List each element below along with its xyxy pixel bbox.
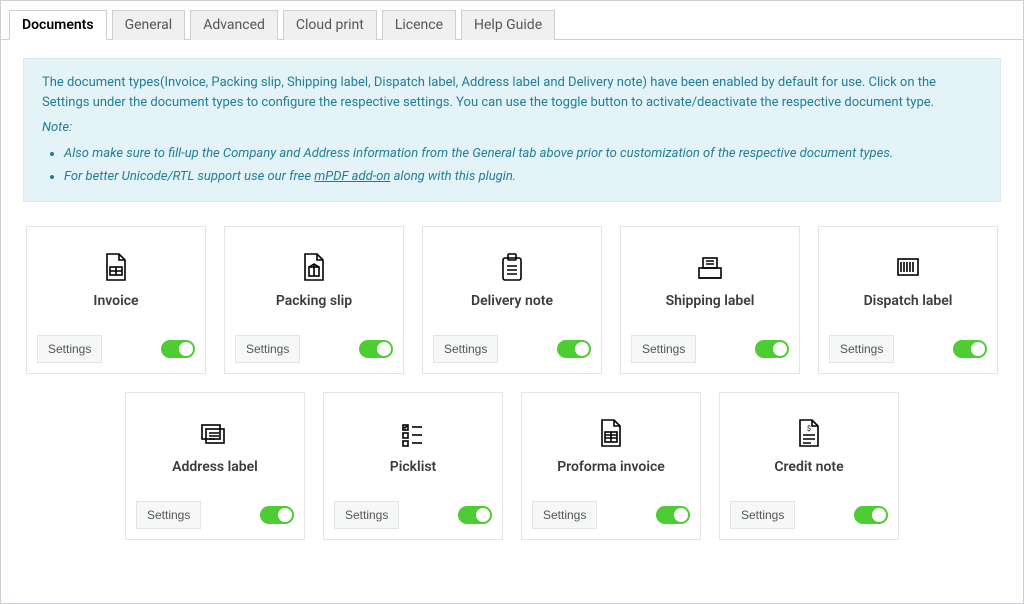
toggle-address-label[interactable] xyxy=(260,506,294,524)
cards-row-1: Invoice Settings Packing slip Settings D… xyxy=(23,226,1001,374)
tab-general[interactable]: General xyxy=(112,10,186,40)
svg-text:$: $ xyxy=(807,425,811,433)
cards-row-2: Address label Settings Picklist Settings… xyxy=(23,392,1001,540)
settings-button-proforma-invoice[interactable]: Settings xyxy=(532,501,597,529)
settings-button-dispatch-label[interactable]: Settings xyxy=(829,335,894,363)
toggle-picklist[interactable] xyxy=(458,506,492,524)
picklist-icon xyxy=(395,415,431,451)
settings-button-picklist[interactable]: Settings xyxy=(334,501,399,529)
card-proforma-invoice: Proforma invoice Settings xyxy=(521,392,701,540)
content-panel: The document types(Invoice, Packing slip… xyxy=(1,40,1023,576)
settings-button-credit-note[interactable]: Settings xyxy=(730,501,795,529)
card-label: Invoice xyxy=(93,293,138,309)
card-label: Shipping label xyxy=(666,293,755,309)
packing-slip-icon xyxy=(296,249,332,285)
tab-licence[interactable]: Licence xyxy=(382,10,456,40)
settings-button-address-label[interactable]: Settings xyxy=(136,501,201,529)
tab-documents[interactable]: Documents xyxy=(9,10,107,40)
invoice-icon xyxy=(98,249,134,285)
notice-note-heading: Note: xyxy=(42,120,72,135)
settings-button-shipping-label[interactable]: Settings xyxy=(631,335,696,363)
toggle-proforma-invoice[interactable] xyxy=(656,506,690,524)
toggle-invoice[interactable] xyxy=(161,340,195,358)
notice-intro: The document types(Invoice, Packing slip… xyxy=(42,73,982,112)
card-label: Credit note xyxy=(774,459,843,475)
card-dispatch-label: Dispatch label Settings xyxy=(818,226,998,374)
toggle-credit-note[interactable] xyxy=(854,506,888,524)
notice-bullet-2: For better Unicode/RTL support use our f… xyxy=(64,167,982,187)
settings-button-delivery-note[interactable]: Settings xyxy=(433,335,498,363)
card-label: Picklist xyxy=(390,459,436,475)
card-shipping-label: Shipping label Settings xyxy=(620,226,800,374)
proforma-invoice-icon xyxy=(593,415,629,451)
tab-cloud-print[interactable]: Cloud print xyxy=(283,10,377,40)
card-delivery-note: Delivery note Settings xyxy=(422,226,602,374)
toggle-packing-slip[interactable] xyxy=(359,340,393,358)
card-credit-note: $ Credit note Settings xyxy=(719,392,899,540)
settings-button-packing-slip[interactable]: Settings xyxy=(235,335,300,363)
dispatch-label-icon xyxy=(890,249,926,285)
card-picklist: Picklist Settings xyxy=(323,392,503,540)
card-label: Dispatch label xyxy=(864,293,953,309)
tab-help-guide[interactable]: Help Guide xyxy=(461,10,555,40)
shipping-label-icon xyxy=(692,249,728,285)
tab-advanced[interactable]: Advanced xyxy=(190,10,278,40)
card-label: Delivery note xyxy=(471,293,553,309)
card-label: Proforma invoice xyxy=(557,459,665,475)
toggle-shipping-label[interactable] xyxy=(755,340,789,358)
delivery-note-icon xyxy=(494,249,530,285)
toggle-dispatch-label[interactable] xyxy=(953,340,987,358)
address-label-icon xyxy=(197,415,233,451)
toggle-delivery-note[interactable] xyxy=(557,340,591,358)
card-label: Address label xyxy=(172,459,258,475)
tabs-bar: Documents General Advanced Cloud print L… xyxy=(1,1,1023,40)
card-address-label: Address label Settings xyxy=(125,392,305,540)
notice-bullet-1: Also make sure to fill-up the Company an… xyxy=(64,144,982,164)
mpdf-addon-link[interactable]: mPDF add-on xyxy=(314,169,390,184)
card-invoice: Invoice Settings xyxy=(26,226,206,374)
settings-button-invoice[interactable]: Settings xyxy=(37,335,102,363)
card-packing-slip: Packing slip Settings xyxy=(224,226,404,374)
card-label: Packing slip xyxy=(276,293,352,309)
credit-note-icon: $ xyxy=(791,415,827,451)
notice-box: The document types(Invoice, Packing slip… xyxy=(23,58,1001,202)
